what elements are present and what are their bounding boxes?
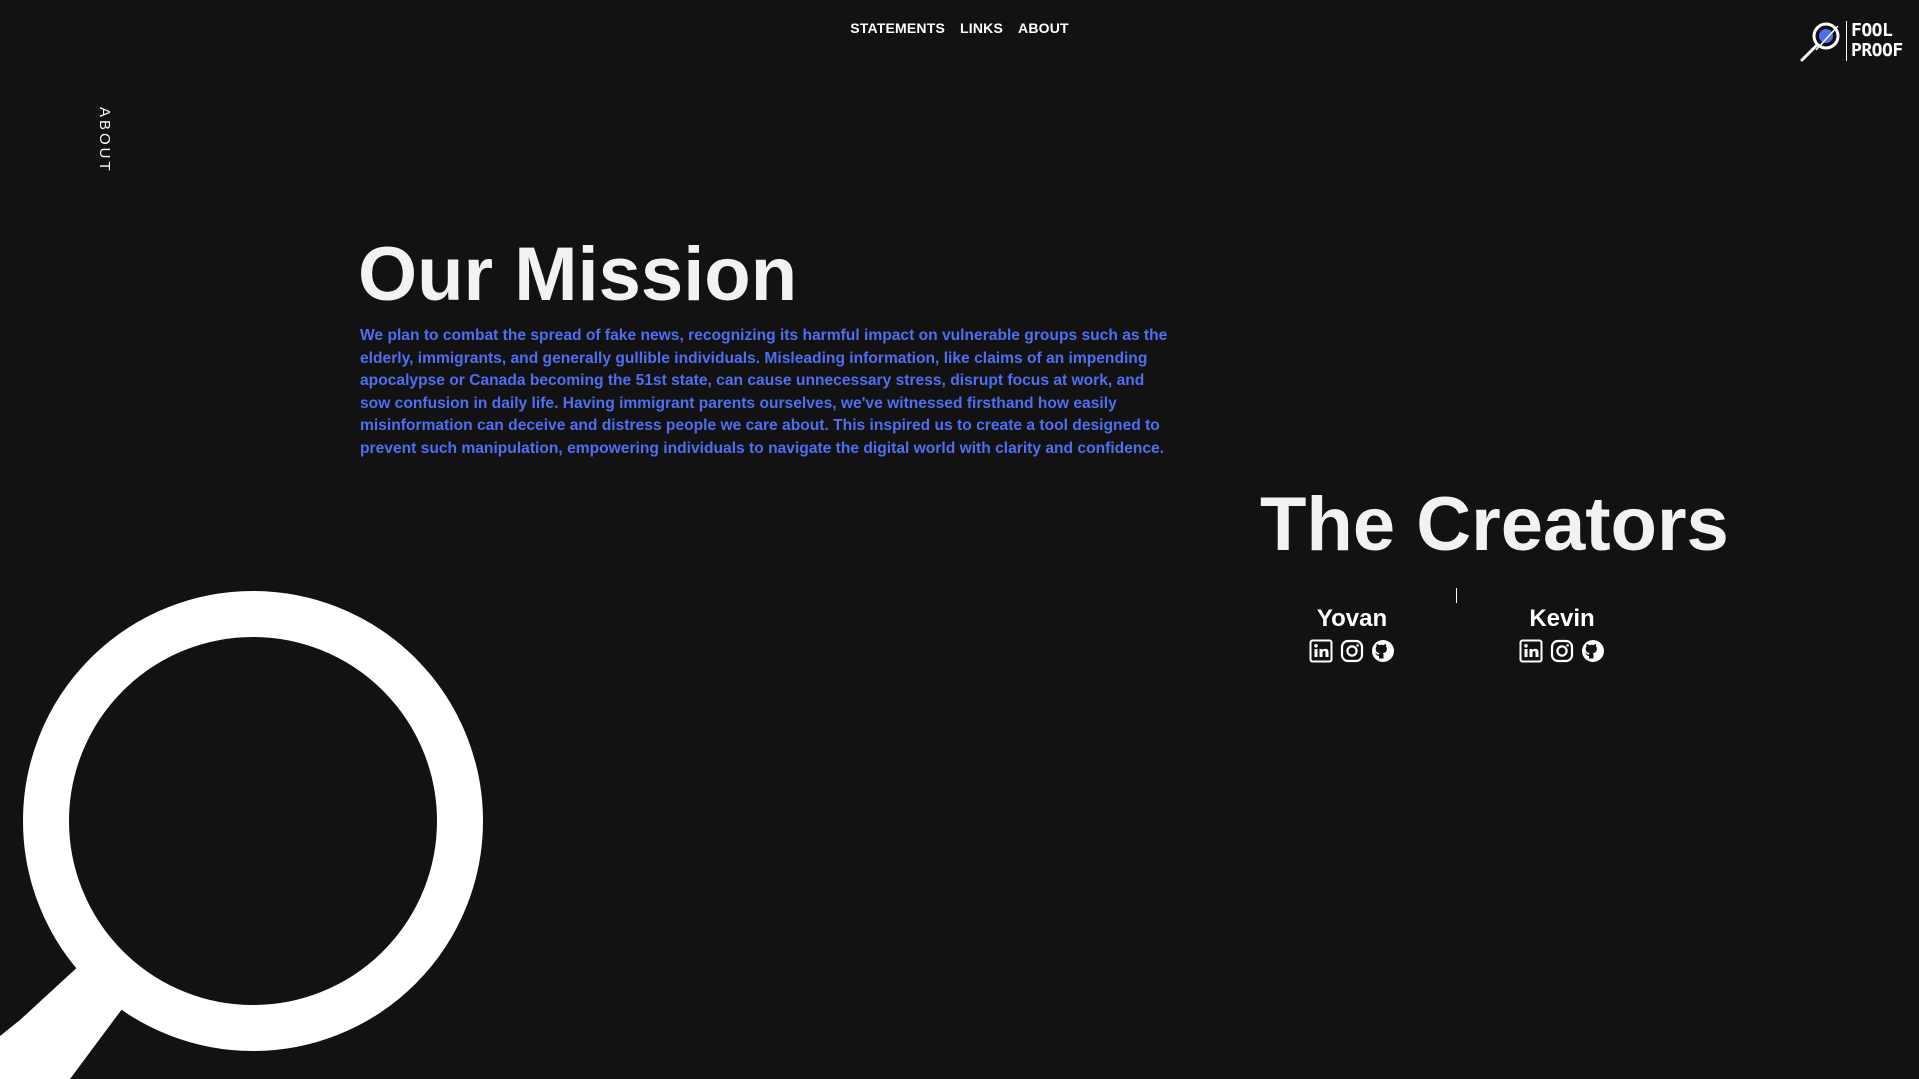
logo-line-1: FOOL [1851, 20, 1893, 41]
logo-line-2: PROOF [1851, 40, 1903, 61]
github-icon[interactable] [1581, 639, 1605, 663]
creator-social-links [1519, 639, 1605, 663]
creator-name: Yovan [1316, 605, 1388, 632]
creator-card-kevin: Kevin [1492, 605, 1632, 663]
nav-statements[interactable]: STATEMENTS [850, 20, 945, 36]
instagram-icon[interactable] [1550, 639, 1574, 663]
mission-title: Our Mission [358, 232, 798, 317]
creator-card-yovan: Yovan [1282, 605, 1422, 663]
nav-links[interactable]: LINKS [960, 20, 1003, 36]
github-icon[interactable] [1371, 639, 1395, 663]
creator-name: Kevin [1529, 605, 1595, 632]
magnifying-glass-illustration [0, 570, 500, 1079]
nav-about[interactable]: ABOUT [1018, 20, 1069, 36]
mission-body: We plan to combat the spread of fake new… [360, 327, 1168, 457]
creators-title: The Creators [1260, 482, 1729, 567]
about-page: STATEMENTS LINKS ABOUT FOOL PROOF ABOUT … [0, 0, 1919, 1079]
section-side-label: ABOUT [96, 107, 113, 174]
logo-wordmark: FOOL PROOF [1846, 21, 1903, 61]
linkedin-icon[interactable] [1309, 639, 1333, 663]
creators-divider [1456, 588, 1457, 603]
linkedin-icon[interactable] [1519, 639, 1543, 663]
top-nav: STATEMENTS LINKS ABOUT [0, 20, 1919, 36]
foolproof-logo[interactable]: FOOL PROOF [1798, 18, 1903, 64]
instagram-icon[interactable] [1340, 639, 1364, 663]
magnifier-logo-icon [1798, 18, 1844, 64]
creator-social-links [1309, 639, 1395, 663]
